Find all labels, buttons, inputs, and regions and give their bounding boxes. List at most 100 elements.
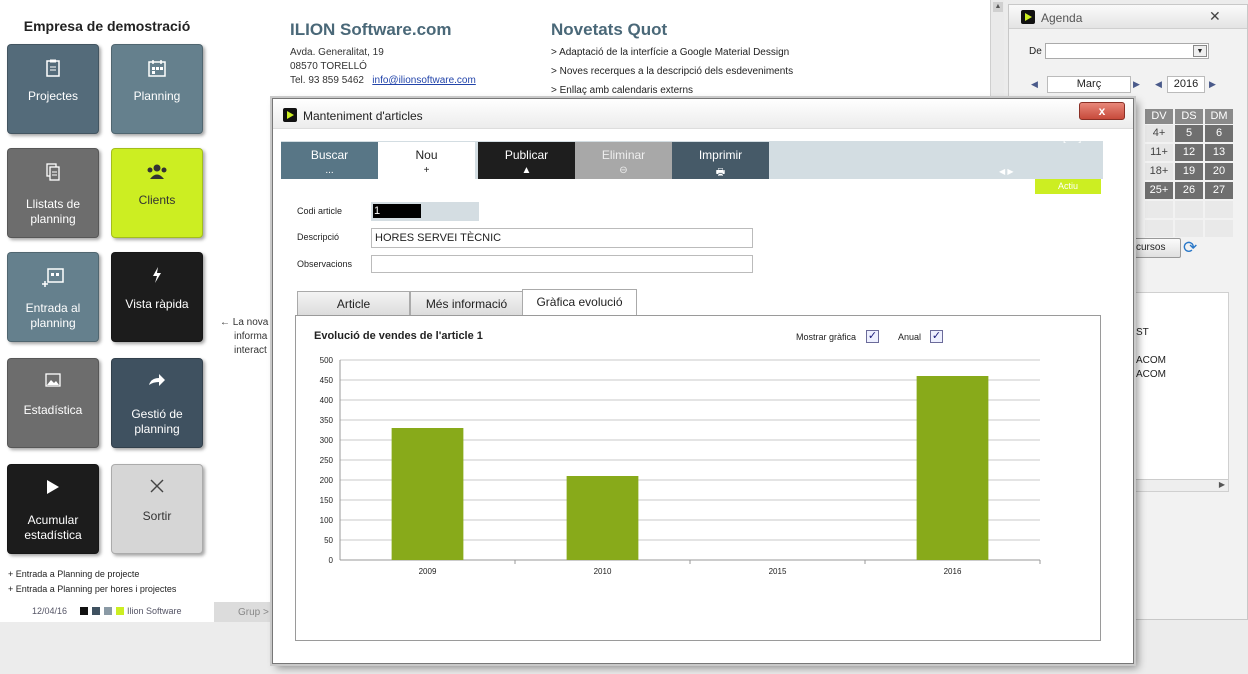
color-swatch[interactable]	[104, 607, 112, 615]
y-tick-label: 150	[320, 496, 334, 505]
calendar-day[interactable]: 11+	[1145, 144, 1173, 161]
tile-planning[interactable]: Planning	[111, 44, 203, 134]
button-label: Eliminar	[601, 148, 646, 162]
month-field[interactable]: Març	[1047, 76, 1131, 93]
tile-label: Clients	[138, 193, 176, 207]
prev-month-icon[interactable]: ◀	[1031, 79, 1038, 90]
tile-acumular-estadistica[interactable]: Acumular estadística	[7, 464, 99, 554]
tile-label: Planning	[133, 89, 181, 103]
next-month-icon[interactable]: ▶	[1133, 79, 1140, 90]
calendar-day[interactable]	[1145, 201, 1173, 218]
news-item[interactable]: > Noves recerques a la descripció dels e…	[551, 66, 793, 77]
y-tick-label: 0	[329, 556, 334, 565]
tile-label: Vista ràpida	[125, 297, 189, 311]
calendar-day[interactable]	[1205, 220, 1233, 237]
close-icon[interactable]: ✕	[1209, 8, 1221, 25]
close-icon	[112, 479, 202, 499]
show-chart-checkbox[interactable]: ✓	[866, 330, 879, 343]
chart-panel: Evolució de vendes de l'article 1 Mostra…	[295, 315, 1101, 641]
record-nav-arrows[interactable]: ◀ ▶	[999, 167, 1014, 176]
bar-2010	[566, 476, 639, 560]
annual-checkbox[interactable]: ✓	[930, 330, 943, 343]
quick-link-projecte[interactable]: + Entrada a Planning de projecte	[8, 569, 139, 579]
year-field[interactable]: 2016	[1167, 76, 1205, 93]
annual-label: Anual	[898, 332, 922, 342]
description-field[interactable]: HORES SERVEI TÈCNIC	[371, 228, 753, 248]
calendar-day[interactable]: 4+	[1145, 125, 1173, 142]
calendar-day[interactable]: 13	[1205, 144, 1233, 161]
list-item[interactable]: ST	[1136, 327, 1149, 338]
y-tick-label: 100	[320, 516, 334, 525]
list-item[interactable]: ACOM	[1136, 369, 1166, 380]
page-scrollbar[interactable]: ▲	[990, 0, 1004, 100]
calendar-day[interactable]	[1145, 220, 1173, 237]
company-name: Empresa de demostració	[23, 18, 191, 34]
calendar-day[interactable]: 25+	[1145, 182, 1173, 199]
news-item[interactable]: > Adaptació de la interfície a Google Ma…	[551, 47, 789, 58]
calendar-day[interactable]: 27	[1205, 182, 1233, 199]
tab-mes-informacio[interactable]: Més informació	[410, 291, 523, 315]
tile-gestio-planning[interactable]: Gestió de planning	[111, 358, 203, 448]
recursos-button[interactable]: cursos	[1129, 238, 1181, 258]
calendar-day[interactable]	[1175, 220, 1203, 237]
de-select[interactable]: ▼	[1045, 43, 1209, 59]
tile-entrada-planning[interactable]: Entrada al planning	[7, 252, 99, 342]
calendar-day[interactable]	[1205, 201, 1233, 218]
color-swatch[interactable]	[92, 607, 100, 615]
y-tick-label: 350	[320, 416, 334, 425]
calendar-day[interactable]	[1175, 201, 1203, 218]
calendar-day[interactable]: 20	[1205, 163, 1233, 180]
app-logo-icon	[283, 108, 297, 122]
chevron-down-icon[interactable]: ▼	[1193, 45, 1207, 57]
tab-grafica-evolucio[interactable]: Gràfica evolució	[522, 289, 637, 316]
color-swatch[interactable]	[116, 607, 124, 615]
window-titlebar[interactable]: Manteniment d'articles x	[273, 99, 1133, 129]
image-icon	[8, 373, 98, 393]
news-item[interactable]: > Enllaç amb calendaris externs	[551, 85, 693, 96]
tile-llistats[interactable]: Llistats de planning	[7, 148, 99, 238]
refresh-icon[interactable]: ⟳	[1183, 238, 1197, 258]
tile-estadistica[interactable]: Estadística	[7, 358, 99, 448]
calendar-day[interactable]: 26	[1175, 182, 1203, 199]
x-tick-label: 2009	[419, 567, 437, 576]
imprimir-button[interactable]: Imprimir 🖶	[672, 142, 769, 179]
buscar-button[interactable]: Buscar ...	[281, 142, 378, 179]
observations-field[interactable]	[371, 255, 753, 273]
calendar-day[interactable]: 18+	[1145, 163, 1173, 180]
next-year-icon[interactable]: ▶	[1209, 79, 1216, 90]
window-close-button[interactable]: x	[1079, 102, 1125, 120]
color-swatch[interactable]	[80, 607, 88, 615]
side-text: interact	[234, 345, 267, 356]
obs-label: Observacions	[297, 259, 353, 269]
tile-vista-rapida[interactable]: Vista ràpida	[111, 252, 203, 342]
tile-clients[interactable]: Clients	[111, 148, 203, 238]
nou-button[interactable]: Nou +	[378, 142, 475, 179]
horizontal-scrollbar[interactable]: ▶	[1130, 479, 1228, 491]
play-icon	[8, 479, 98, 501]
calendar-day[interactable]: 12	[1175, 144, 1203, 161]
codi-value[interactable]: 1	[373, 204, 421, 218]
publicar-button[interactable]: Publicar ▲	[478, 142, 575, 179]
chart-heading: Evolució de vendes de l'article 1	[314, 330, 483, 342]
tile-sortir[interactable]: Sortir	[111, 464, 203, 554]
tab-article[interactable]: Article	[297, 291, 410, 315]
de-label: De	[1029, 46, 1042, 57]
status-badge: Actiu	[1035, 179, 1101, 194]
x-tick-label: 2010	[594, 567, 612, 576]
documents-icon	[8, 163, 98, 187]
calendar-day[interactable]: 19	[1175, 163, 1203, 180]
scroll-up-icon[interactable]: ▲	[993, 2, 1003, 12]
calendar-day[interactable]: 5	[1175, 125, 1203, 142]
quick-link-hores[interactable]: + Entrada a Planning per hores i project…	[8, 584, 176, 594]
prev-year-icon[interactable]: ◀	[1155, 79, 1162, 90]
email-link[interactable]: info@ilionsoftware.com	[372, 75, 476, 86]
eliminar-button[interactable]: Eliminar ⊖	[575, 142, 672, 179]
x-tick-label: 2016	[944, 567, 962, 576]
list-item[interactable]: ACOM	[1136, 355, 1166, 366]
tile-label: Estadística	[23, 403, 83, 417]
sidebar-footer: 12/04/16 Ilion Software	[0, 600, 214, 622]
grup-tab[interactable]: Grup >	[214, 602, 276, 622]
show-chart-label: Mostrar gràfica	[796, 332, 857, 342]
tile-projectes[interactable]: Projectes	[7, 44, 99, 134]
calendar-day[interactable]: 6	[1205, 125, 1233, 142]
